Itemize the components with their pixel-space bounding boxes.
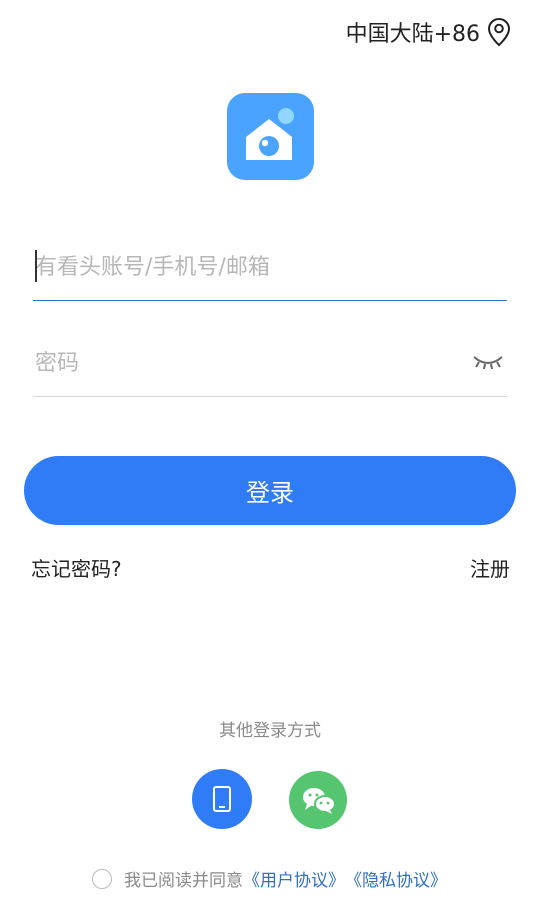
- text-caret: [35, 250, 37, 282]
- region-selector[interactable]: 中国大陆+86: [346, 16, 512, 48]
- register-link[interactable]: 注册: [470, 553, 510, 582]
- tablet-icon: [213, 786, 231, 812]
- forgot-password-link[interactable]: 忘记密码?: [31, 553, 122, 582]
- password-field[interactable]: [33, 340, 507, 397]
- agreement-checkbox[interactable]: [92, 868, 112, 889]
- wechat-login-button[interactable]: [289, 771, 347, 829]
- phone-login-button[interactable]: [192, 769, 252, 829]
- password-visibility-toggle-icon[interactable]: [471, 352, 505, 374]
- app-logo: [227, 93, 314, 180]
- account-field[interactable]: [33, 244, 507, 301]
- agreement-row: 我已阅读并同意 《用户协议》 《隐私协议》: [92, 866, 447, 891]
- home-camera-icon: [245, 107, 294, 160]
- privacy-agreement-link[interactable]: 《隐私协议》: [345, 866, 447, 891]
- agreement-text: 我已阅读并同意: [124, 871, 243, 891]
- account-input[interactable]: [33, 244, 455, 290]
- user-agreement-link[interactable]: 《用户协议》: [243, 866, 345, 891]
- region-label[interactable]: 中国大陆+86: [346, 16, 480, 48]
- wechat-icon: [303, 788, 336, 814]
- login-button[interactable]: 登录: [24, 456, 516, 525]
- password-input[interactable]: [33, 340, 455, 386]
- other-login-title: 其他登录方式: [219, 721, 321, 741]
- location-pin-icon[interactable]: [486, 17, 512, 47]
